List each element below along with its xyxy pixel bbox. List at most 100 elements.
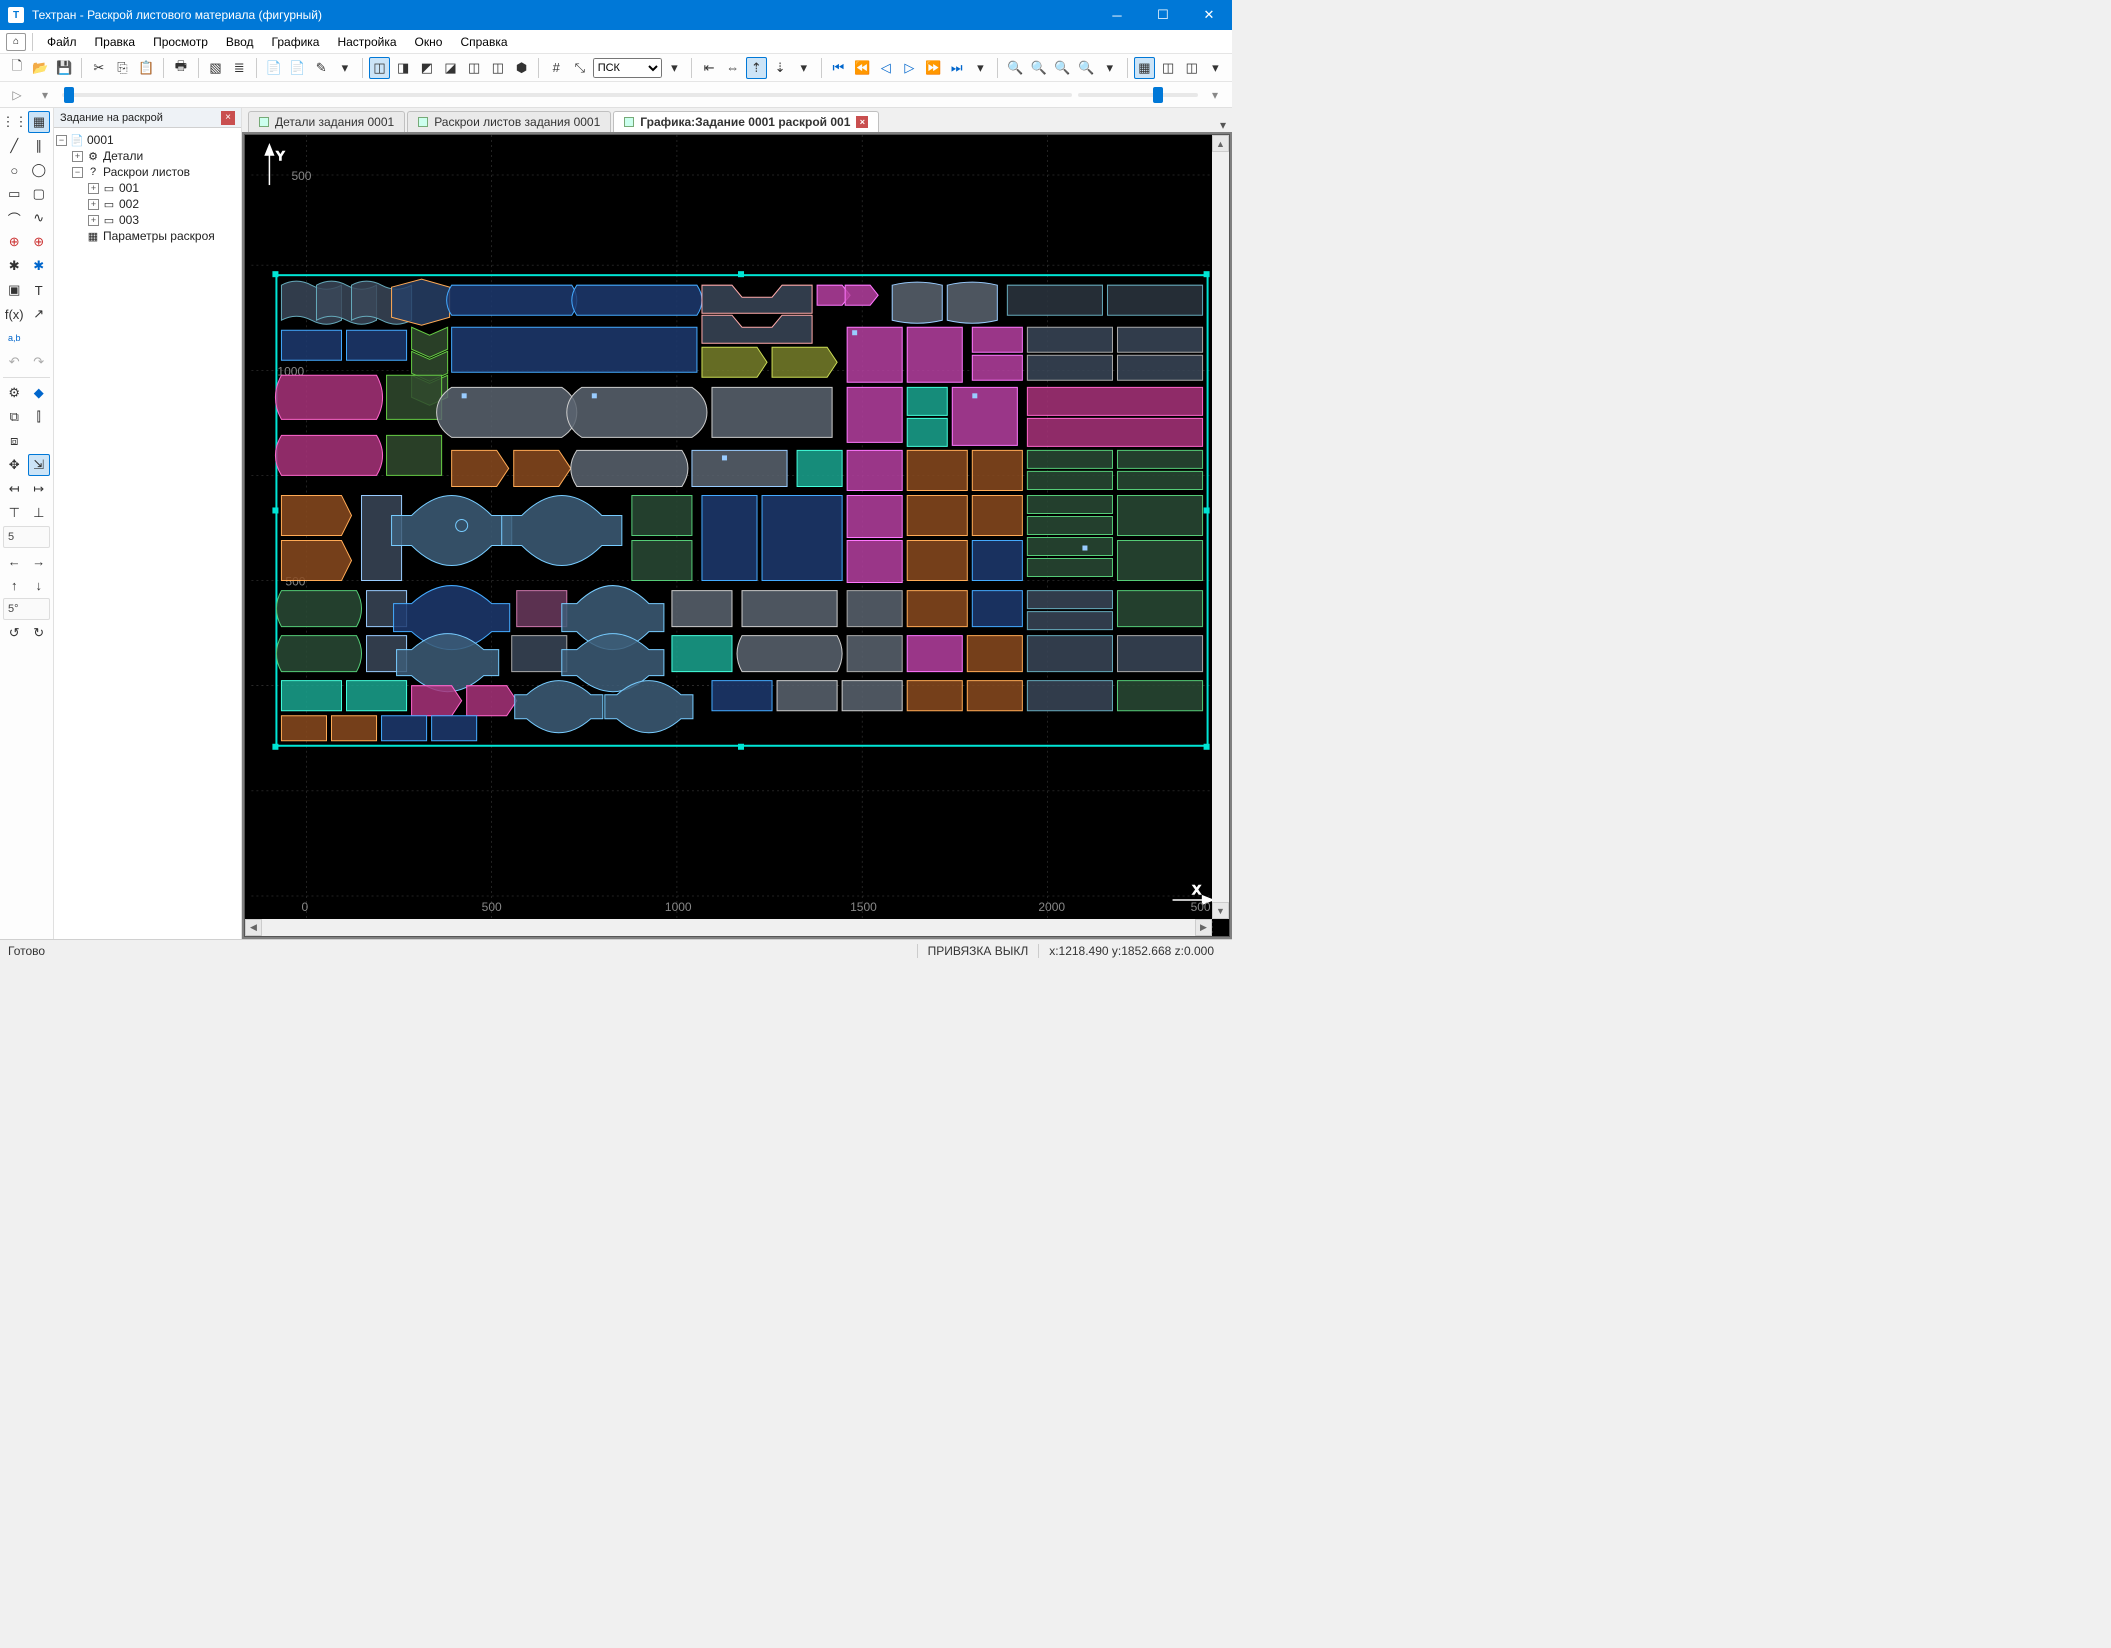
align-v-icon[interactable]: ↦ xyxy=(28,478,51,500)
menu-file[interactable]: Файл xyxy=(39,32,85,52)
new-file-icon[interactable]: 🗋 xyxy=(6,57,28,79)
zoom-out-icon[interactable]: 🔍 xyxy=(1028,57,1050,79)
tab-sheets[interactable]: Раскрои листов задания 0001 xyxy=(407,111,611,132)
dimension-icon[interactable]: ▣ xyxy=(3,279,26,301)
layers-icon[interactable]: ≣ xyxy=(228,57,250,79)
canvas[interactable]: Y X 500 1000 500 0 500 1000 1500 2000 50… xyxy=(244,134,1230,937)
text-tool-icon[interactable]: T xyxy=(28,279,51,301)
view-iso-icon[interactable]: ◫ xyxy=(369,57,391,79)
ellipse-icon[interactable]: ◯ xyxy=(28,159,51,181)
tree-details[interactable]: +⚙Детали xyxy=(56,148,239,164)
dropdown3-icon[interactable]: ▾ xyxy=(793,57,815,79)
align-top-icon[interactable]: ⇡ xyxy=(746,57,768,79)
tree-root[interactable]: −📄0001 xyxy=(56,132,239,148)
horizontal-scrollbar[interactable]: ◀ ▶ xyxy=(245,919,1212,936)
extend-icon[interactable]: ⊥ xyxy=(28,502,51,524)
copy-icon[interactable]: ⎘ xyxy=(112,57,134,79)
mirror-icon[interactable]: ⫿ xyxy=(28,406,51,428)
menu-settings[interactable]: Настройка xyxy=(329,32,404,52)
grid-display-icon[interactable]: ▦ xyxy=(1134,57,1156,79)
tree-params[interactable]: ▦Параметры раскроя xyxy=(56,228,239,244)
extrude-icon[interactable]: ▧ xyxy=(205,57,227,79)
minimize-button[interactable]: ─ xyxy=(1094,0,1140,30)
view-cube2-icon[interactable]: ◩ xyxy=(416,57,438,79)
zoom-fit-icon[interactable]: 🔍 xyxy=(1052,57,1074,79)
skip-last-icon[interactable]: ⏭ xyxy=(946,57,968,79)
view-wireframe-icon[interactable]: ⬢ xyxy=(511,57,533,79)
angle-value-input[interactable]: 5° xyxy=(3,598,50,620)
joint2-icon[interactable]: ✱ xyxy=(28,255,51,277)
view-cube1-icon[interactable]: ◨ xyxy=(392,57,414,79)
tree-close-button[interactable]: × xyxy=(221,111,235,125)
print-icon[interactable]: 🖶 xyxy=(170,57,192,79)
play-button[interactable]: ▷ xyxy=(6,84,28,106)
dropdown4-icon[interactable]: ▾ xyxy=(970,57,992,79)
panel2-icon[interactable]: ◫ xyxy=(1181,57,1203,79)
menu-edit[interactable]: Правка xyxy=(87,32,144,52)
snap-move-icon[interactable]: ⇲ xyxy=(28,454,51,476)
align-center-icon[interactable]: ⇔ xyxy=(722,57,744,79)
trim-icon[interactable]: ⊤ xyxy=(3,502,26,524)
next-icon[interactable]: ▷ xyxy=(899,57,921,79)
arrow-left-icon[interactable]: ← xyxy=(3,550,26,572)
rotate-left-icon[interactable]: ↺ xyxy=(3,622,26,644)
tree-body[interactable]: −📄0001 +⚙Детали −?Раскрои листов +▭001 +… xyxy=(54,128,241,939)
zoom-in-icon[interactable]: 🔍 xyxy=(1004,57,1026,79)
eraser-icon[interactable]: ◆ xyxy=(28,382,51,404)
function-icon[interactable]: f(x) xyxy=(3,303,26,325)
speed-dropdown-icon[interactable]: ▾ xyxy=(1204,84,1226,106)
align-h-icon[interactable]: ↤ xyxy=(3,478,26,500)
tab-overflow-button[interactable]: ▾ xyxy=(1214,118,1232,132)
menu-input[interactable]: Ввод xyxy=(218,32,262,52)
select-points-icon[interactable]: ⋮⋮ xyxy=(3,111,26,133)
line-icon[interactable]: ╱ xyxy=(3,135,26,157)
scroll-up-button[interactable]: ▲ xyxy=(1212,135,1229,152)
tree-sheet-001[interactable]: +▭001 xyxy=(56,180,239,196)
rotate-ccw-icon[interactable]: ↶ xyxy=(3,351,26,373)
tree-sheet-002[interactable]: +▭002 xyxy=(56,196,239,212)
pencil-icon[interactable]: ✎ xyxy=(310,57,332,79)
open-file-icon[interactable]: 📂 xyxy=(30,57,52,79)
select-box-icon[interactable]: ▦ xyxy=(28,111,50,133)
maximize-button[interactable]: ☐ xyxy=(1140,0,1186,30)
axes-icon[interactable]: ⤡ xyxy=(569,57,591,79)
coord-system-select[interactable]: ПСК xyxy=(593,58,662,78)
arrow-down-icon[interactable]: ↓ xyxy=(28,574,51,596)
note-icon[interactable]: 📄 xyxy=(263,57,285,79)
status-snap[interactable]: ПРИВЯЗКА ВЫКЛ xyxy=(917,944,1039,958)
vertical-scrollbar[interactable]: ▲ ▼ xyxy=(1212,135,1229,919)
tree-sheet-003[interactable]: +▭003 xyxy=(56,212,239,228)
step-value-input[interactable]: 5 xyxy=(3,526,50,548)
view-cube5-icon[interactable]: ◫ xyxy=(487,57,509,79)
playback-track[interactable] xyxy=(62,93,1072,97)
cut-icon[interactable]: ✂ xyxy=(88,57,110,79)
close-button[interactable]: ✕ xyxy=(1186,0,1232,30)
tab-graphics[interactable]: Графика:Задание 0001 раскрой 001× xyxy=(613,111,879,132)
move-icon[interactable]: ✥ xyxy=(3,454,26,476)
panel1-icon[interactable]: ◫ xyxy=(1157,57,1179,79)
arrow-right-icon[interactable]: → xyxy=(28,550,51,572)
step-fwd-icon[interactable]: ⏩ xyxy=(922,57,944,79)
dropdown2-icon[interactable]: ▾ xyxy=(664,57,686,79)
menu-graphics[interactable]: Графика xyxy=(264,32,328,52)
step-back-icon[interactable]: ⏪ xyxy=(851,57,873,79)
paste-icon[interactable]: 📋 xyxy=(135,57,157,79)
menu-window[interactable]: Окно xyxy=(407,32,451,52)
spline-icon[interactable]: ∿ xyxy=(28,207,51,229)
rotate-cw-icon[interactable]: ↷ xyxy=(28,351,51,373)
scroll-right-button[interactable]: ▶ xyxy=(1195,919,1212,936)
rect-icon[interactable]: ▭ xyxy=(3,183,26,205)
circle-icon[interactable]: ○ xyxy=(3,159,26,181)
skip-first-icon[interactable]: ⏮ xyxy=(828,57,850,79)
marker2-icon[interactable]: ⊕ xyxy=(28,231,51,253)
speed-slider[interactable] xyxy=(1078,93,1198,97)
export-icon[interactable]: ↗ xyxy=(28,303,51,325)
view-cube3-icon[interactable]: ◪ xyxy=(440,57,462,79)
app-menu-button[interactable]: ⌂ xyxy=(6,33,26,51)
zoom-region-icon[interactable]: 🔍 xyxy=(1075,57,1097,79)
rounded-rect-icon[interactable]: ▢ xyxy=(28,183,51,205)
scroll-left-button[interactable]: ◀ xyxy=(245,919,262,936)
gear-edit-icon[interactable]: ⚙ xyxy=(3,382,26,404)
dropdown5-icon[interactable]: ▾ xyxy=(1099,57,1121,79)
view-cube4-icon[interactable]: ◫ xyxy=(463,57,485,79)
